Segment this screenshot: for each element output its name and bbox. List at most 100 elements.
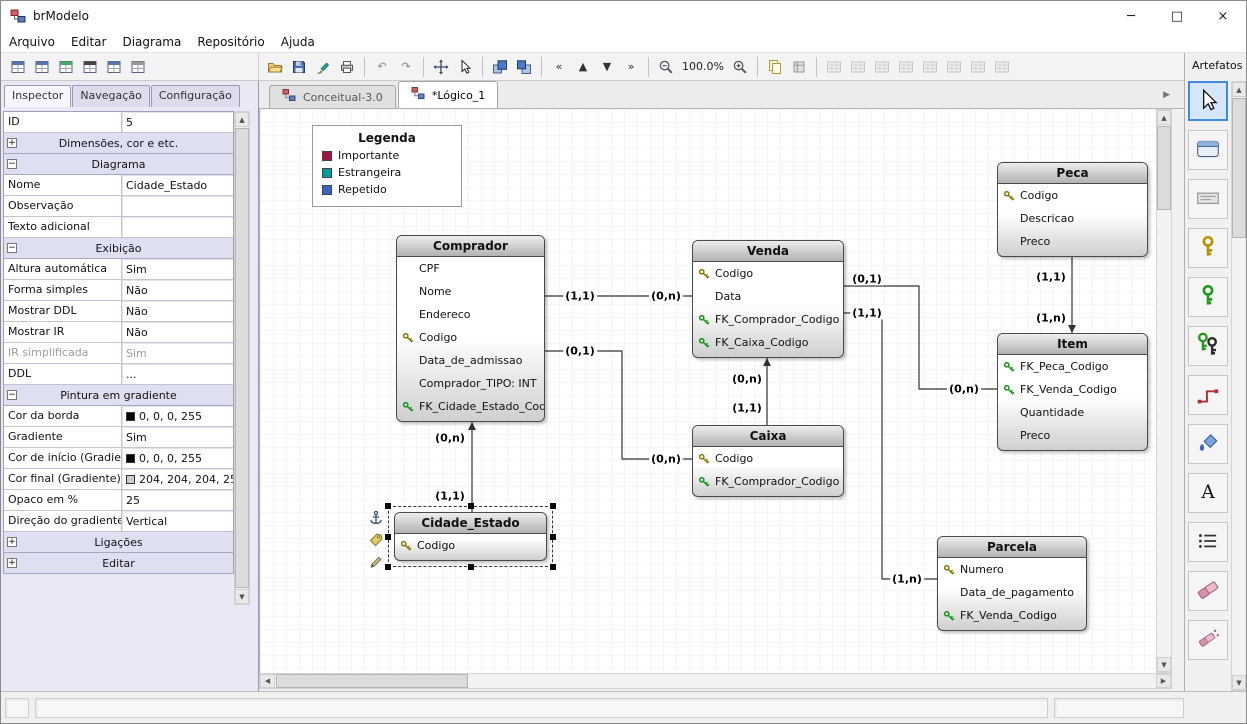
label-tool[interactable] <box>1188 179 1228 219</box>
save-button[interactable] <box>288 56 310 78</box>
selection-handle[interactable] <box>468 503 474 509</box>
eraser-tool[interactable] <box>1188 571 1228 611</box>
expand-icon[interactable]: + <box>7 558 17 568</box>
entity-header[interactable]: Comprador <box>397 236 544 257</box>
property-value[interactable]: Não <box>122 280 233 300</box>
attribute-row[interactable]: Preco <box>998 230 1147 253</box>
expand-icon[interactable]: + <box>7 537 17 547</box>
bring-to-front-button[interactable] <box>489 56 511 78</box>
tab-inspector[interactable]: Inspector <box>4 85 71 107</box>
fill-color-tool[interactable] <box>1188 424 1228 464</box>
scroll-down-icon[interactable]: ▼ <box>1157 657 1171 672</box>
nav-down-button[interactable]: ▼ <box>596 56 618 78</box>
attribute-row[interactable]: FK_Comprador_Codigo <box>693 308 843 331</box>
menu-editar[interactable]: Editar <box>63 33 115 51</box>
property-value[interactable]: Sim <box>122 427 233 447</box>
open-button[interactable] <box>264 56 286 78</box>
entity-caixa[interactable]: CaixaCodigoFK_Comprador_Codigo <box>692 425 844 497</box>
attribute-row[interactable]: Data <box>693 285 843 308</box>
property-value[interactable]: Vertical <box>122 511 233 531</box>
open-model-icon[interactable] <box>31 56 53 78</box>
attribute-row[interactable]: Endereco <box>397 303 544 326</box>
attribute-row[interactable]: FK_Cidade_Estado_Codig <box>397 395 544 418</box>
attribute-row[interactable]: Quantidade <box>998 401 1147 424</box>
entity-header[interactable]: Peca <box>998 163 1147 184</box>
property-value[interactable]: 204, 204, 204, 255 <box>122 469 233 489</box>
property-value[interactable]: 25 <box>122 490 233 510</box>
scrollbar-thumb[interactable] <box>276 674 468 688</box>
attribute-row[interactable]: Descricao <box>998 207 1147 230</box>
property-value[interactable]: Sim <box>122 343 233 363</box>
attribute-row[interactable]: Codigo <box>397 326 544 349</box>
attribute-row[interactable]: FK_Comprador_Codigo <box>693 470 843 493</box>
scrollbar-thumb[interactable] <box>1157 126 1171 210</box>
property-value[interactable]: 0, 0, 0, 255 <box>122 406 233 426</box>
diagram-canvas[interactable]: LegendaImportanteEstrangeiraRepetido Comp… <box>259 109 1156 673</box>
expand-icon[interactable]: + <box>7 138 17 148</box>
entity-header[interactable]: Caixa <box>693 426 843 447</box>
connection-line[interactable] <box>844 313 937 579</box>
menu-reposit-rio[interactable]: Repositório <box>189 33 272 51</box>
entity-header[interactable]: Parcela <box>938 537 1086 558</box>
paste-style-button[interactable] <box>788 56 810 78</box>
section-dimens-es-cor-e-etc[interactable]: +Dimensões, cor e etc. <box>4 133 233 154</box>
entity-tool-icon[interactable] <box>79 56 101 78</box>
property-value[interactable] <box>122 217 233 237</box>
schema-tool-icon[interactable] <box>127 56 149 78</box>
scroll-up-icon[interactable]: ▲ <box>1232 82 1246 97</box>
nav-last-button[interactable]: » <box>620 56 642 78</box>
property-value[interactable]: 0, 0, 0, 255 <box>122 448 233 468</box>
attribute-row[interactable]: FK_Venda_Codigo <box>998 378 1147 401</box>
key-pair-tool[interactable] <box>1188 326 1228 366</box>
convert-model-icon[interactable] <box>55 56 77 78</box>
connection-line[interactable] <box>545 351 692 459</box>
nav-first-button[interactable]: « <box>548 56 570 78</box>
legend-box[interactable]: LegendaImportanteEstrangeiraRepetido <box>312 125 462 207</box>
copy-style-button[interactable] <box>764 56 786 78</box>
table-tool[interactable] <box>1188 130 1228 170</box>
scroll-right-icon[interactable]: ▶ <box>1156 674 1171 688</box>
tree-view-icon[interactable] <box>103 56 125 78</box>
selection-handle[interactable] <box>385 503 391 509</box>
selection-handle[interactable] <box>550 503 556 509</box>
nav-up-button[interactable]: ▲ <box>572 56 594 78</box>
section-editar[interactable]: +Editar <box>4 553 233 574</box>
doc-tab-l-gico-1[interactable]: *Lógico_1 <box>398 81 498 108</box>
attribute-row[interactable]: Numero <box>938 558 1086 581</box>
attribute-row[interactable]: FK_Venda_Codigo <box>938 604 1086 627</box>
entity-venda[interactable]: VendaCodigoDataFK_Comprador_CodigoFK_Cai… <box>692 240 844 358</box>
attribute-row[interactable]: Data_de_pagamento <box>938 581 1086 604</box>
attribute-row[interactable]: Nome <box>397 280 544 303</box>
edit-pencil-icon[interactable] <box>368 552 386 570</box>
section-diagrama[interactable]: −Diagrama <box>4 154 233 175</box>
collapse-icon[interactable]: − <box>7 390 17 400</box>
entity-parcela[interactable]: ParcelaNumeroData_de_pagamentoFK_Venda_C… <box>937 536 1087 631</box>
scroll-down-icon[interactable]: ▼ <box>1232 675 1246 690</box>
attribute-row[interactable]: FK_Caixa_Codigo <box>693 331 843 354</box>
menu-arquivo[interactable]: Arquivo <box>1 33 63 51</box>
property-value[interactable]: Não <box>122 322 233 342</box>
tab-scroll-right-icon[interactable]: ▶ <box>1163 90 1170 100</box>
property-value[interactable]: 5 <box>122 112 233 132</box>
attribute-row[interactable]: CPF <box>397 257 544 280</box>
property-value[interactable]: Cidade_Estado <box>122 175 233 195</box>
property-value[interactable]: Não <box>122 301 233 321</box>
scrollbar-track[interactable] <box>275 674 1156 688</box>
scroll-left-icon[interactable]: ◀ <box>260 674 275 688</box>
collapse-icon[interactable]: − <box>7 243 17 253</box>
style-brush-button[interactable] <box>312 56 334 78</box>
clear-all-tool[interactable] <box>1188 620 1228 660</box>
section-liga-es[interactable]: +Ligações <box>4 532 233 553</box>
menu-ajuda[interactable]: Ajuda <box>273 33 323 51</box>
redo-button[interactable]: ↷ <box>395 56 417 78</box>
scrollbar-thumb[interactable] <box>1232 98 1246 238</box>
canvas-horizontal-scrollbar[interactable]: ◀ ▶ <box>259 673 1172 689</box>
doc-tab-conceitual-3-0[interactable]: Conceitual-3.0 <box>269 85 396 108</box>
snap-move-button[interactable] <box>430 56 452 78</box>
undo-button[interactable]: ↶ <box>371 56 393 78</box>
selection-handle[interactable] <box>550 534 556 540</box>
connection-tool[interactable] <box>1188 375 1228 415</box>
inspector-scrollbar[interactable]: ▲ ▼ <box>234 111 250 605</box>
entity-header[interactable]: Item <box>998 334 1147 355</box>
section-pintura-em-gradiente[interactable]: −Pintura em gradiente <box>4 385 233 406</box>
